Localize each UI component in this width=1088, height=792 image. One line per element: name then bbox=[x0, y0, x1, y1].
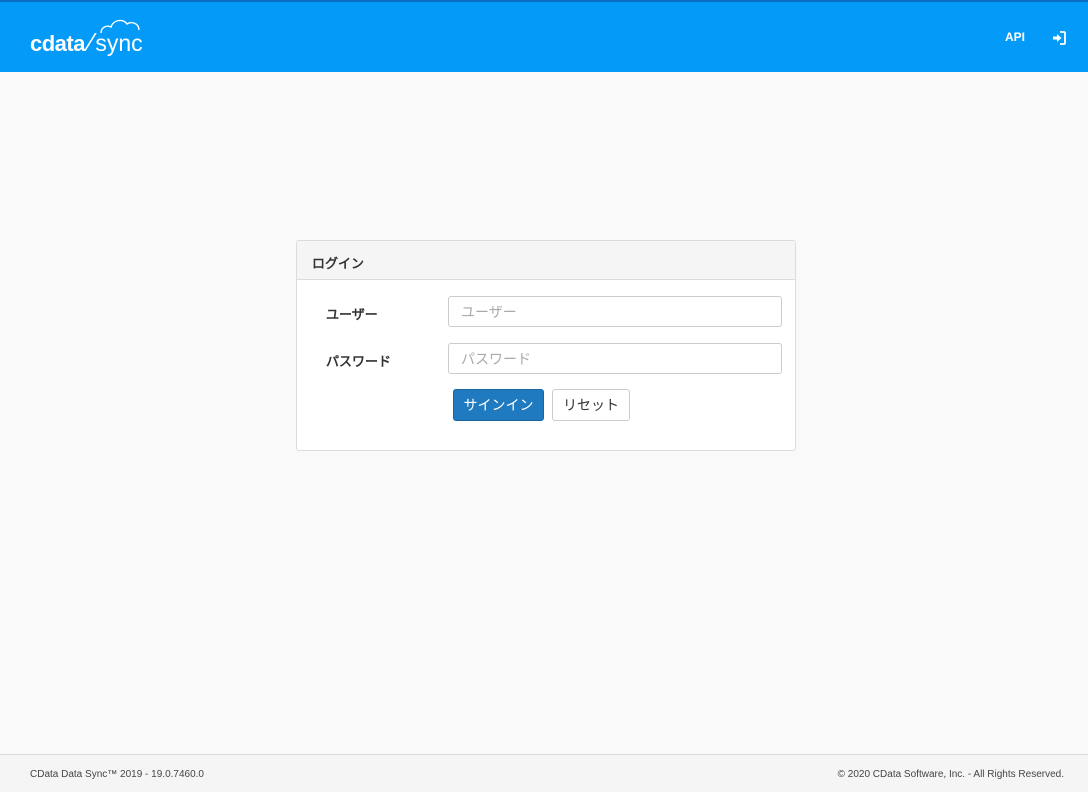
logo-sync-text: sync bbox=[95, 19, 143, 55]
password-input[interactable] bbox=[448, 343, 782, 374]
login-panel: ログイン ユーザー パスワード サインイン リセット bbox=[296, 240, 796, 451]
logo-cdata-text: cdata bbox=[30, 31, 85, 56]
login-panel-title: ログイン bbox=[297, 241, 795, 280]
nav-api-link[interactable]: API bbox=[1005, 30, 1025, 44]
signin-button[interactable]: サインイン bbox=[453, 389, 544, 421]
logo-divider: ⁄ bbox=[88, 27, 94, 57]
sign-in-icon[interactable] bbox=[1052, 31, 1066, 45]
reset-button[interactable]: リセット bbox=[552, 389, 630, 421]
user-label: ユーザー bbox=[326, 307, 378, 322]
cloud-icon bbox=[100, 19, 141, 34]
footer-version: CData Data Sync™ 2019 - 19.0.7460.0 bbox=[30, 769, 204, 780]
password-label: パスワード bbox=[326, 354, 392, 369]
footer-copyright: © 2020 CData Software, Inc. - All Rights… bbox=[837, 769, 1064, 780]
cdata-sync-logo[interactable]: cdata ⁄ sync bbox=[30, 15, 143, 55]
top-navbar: cdata ⁄ sync API bbox=[0, 2, 1088, 72]
user-input[interactable] bbox=[448, 296, 782, 327]
page-footer: CData Data Sync™ 2019 - 19.0.7460.0 © 20… bbox=[0, 754, 1088, 792]
